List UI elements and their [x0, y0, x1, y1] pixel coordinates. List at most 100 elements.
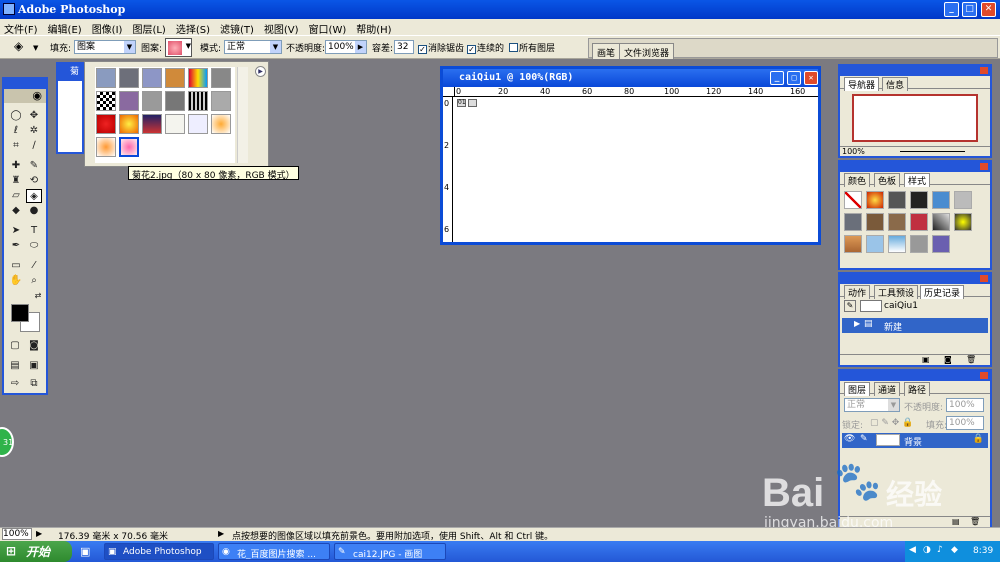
quick-mask-mode-icon[interactable]: ◙ [26, 339, 42, 353]
pattern-swatch[interactable] [165, 91, 185, 111]
vertical-ruler[interactable]: 0 2 4 6 [443, 97, 453, 242]
shape-tool-icon[interactable]: ⬭ [26, 239, 42, 253]
brush-tool-icon[interactable]: ✎ [26, 159, 42, 173]
pattern-swatch[interactable] [96, 91, 116, 111]
tab-history[interactable]: 历史记录 [920, 285, 965, 299]
style-swatch[interactable] [866, 213, 884, 231]
pattern-swatch-selected[interactable] [119, 137, 139, 157]
camera-snapshot-icon[interactable]: ◙ [944, 355, 952, 364]
menu-filter[interactable]: 滤镜(T) [216, 19, 260, 36]
style-swatch[interactable] [910, 235, 928, 253]
volume-icon[interactable]: ♪ [937, 545, 943, 555]
pattern-swatch[interactable] [211, 114, 231, 134]
crop-tool-icon[interactable]: ⌗ [8, 139, 24, 153]
minimize-button[interactable]: _ [944, 2, 959, 17]
standard-mode-icon[interactable]: ▢ [7, 339, 23, 353]
tab-channels[interactable]: 通道 [874, 382, 901, 396]
tab-paths[interactable]: 路径 [904, 382, 931, 396]
eye-visibility-icon[interactable]: 👁 [844, 434, 855, 444]
paint-bucket-tool-icon[interactable]: ◈ [26, 189, 42, 203]
task-paint[interactable]: ✎ cai12.JPG - 画图 [334, 543, 446, 560]
foreground-color-swatch[interactable] [11, 304, 29, 322]
pattern-swatch[interactable] [96, 114, 116, 134]
document-canvas[interactable]: 01 [455, 98, 818, 242]
style-swatch[interactable] [866, 235, 884, 253]
pattern-swatch[interactable] [119, 68, 139, 88]
eraser-tool-icon[interactable]: ▱ [8, 189, 24, 203]
menu-window[interactable]: 窗口(W) [305, 19, 353, 36]
menu-image[interactable]: 图像(I) [88, 19, 129, 36]
lasso-tool-icon[interactable]: ℓ [8, 124, 24, 138]
security-icon[interactable]: ◆ [951, 545, 958, 555]
well-tab-brushes[interactable]: 画笔 [592, 43, 621, 59]
style-swatch[interactable] [932, 191, 950, 209]
tab-layers[interactable]: 图层 [844, 382, 871, 396]
tray-chevron-icon[interactable]: ◀ [909, 545, 916, 555]
pattern-scrollbar[interactable] [237, 67, 248, 163]
history-snapshot-row[interactable]: ✎ caiQiu1 [842, 299, 988, 314]
trash-icon[interactable]: 🗑 [966, 355, 976, 364]
menu-layer[interactable]: 图层(L) [128, 19, 171, 36]
antialias-checkbox[interactable]: ✓ 消除锯齿 [418, 41, 464, 54]
imageready-icon[interactable]: ⧉ [26, 377, 42, 391]
lock-icons[interactable]: ▢ ✎ ✥ 🔒 [870, 418, 913, 428]
tool-preset-chevron-icon[interactable]: ▼ [33, 44, 38, 52]
tool-palette-titlebar[interactable] [4, 79, 46, 89]
notes-tool-icon[interactable]: ▭ [8, 259, 24, 273]
type-tool-icon[interactable]: T [26, 224, 42, 238]
menu-edit[interactable]: 编辑(E) [44, 19, 88, 36]
palette-titlebar[interactable] [840, 162, 990, 172]
screen-mode-full-icon[interactable]: ▣ [26, 359, 42, 373]
style-swatch[interactable] [932, 213, 950, 231]
pattern-swatch[interactable] [188, 114, 208, 134]
pattern-picker-button[interactable]: ▼ [165, 38, 192, 57]
tab-color[interactable]: 颜色 [844, 173, 871, 187]
horizontal-ruler[interactable]: 0 20 40 60 80 100 120 140 160 [455, 87, 818, 97]
close-icon[interactable] [980, 372, 988, 379]
tab-info[interactable]: 信息 [882, 77, 909, 91]
navigator-zoom-value[interactable]: 100% [842, 147, 865, 156]
close-icon[interactable] [980, 163, 988, 170]
path-selection-tool-icon[interactable]: ➤ [8, 224, 24, 238]
pattern-swatch[interactable] [96, 137, 116, 157]
layer-fill-input[interactable]: 100% [946, 416, 984, 430]
pattern-swatch[interactable] [165, 114, 185, 134]
tab-swatches[interactable]: 色板 [874, 173, 901, 187]
menu-file[interactable]: 文件(F) [0, 19, 44, 36]
history-brush-tool-icon[interactable]: ⟲ [26, 174, 42, 188]
brush-link-icon[interactable]: ✎ [860, 434, 868, 444]
close-icon[interactable] [980, 67, 988, 74]
style-swatch[interactable] [888, 213, 906, 231]
slice-tool-icon[interactable]: ∕ [26, 139, 42, 153]
pattern-swatch[interactable] [211, 91, 231, 111]
healing-brush-tool-icon[interactable]: ✚ [8, 159, 24, 173]
background-document-window[interactable]: 菊 [56, 62, 84, 154]
navigator-preview[interactable] [852, 94, 978, 142]
pattern-swatch[interactable] [188, 91, 208, 111]
ruler-origin[interactable] [443, 87, 455, 97]
pattern-swatch[interactable] [188, 68, 208, 88]
menu-help[interactable]: 帮助(H) [352, 19, 397, 36]
dodge-tool-icon[interactable]: ● [26, 204, 42, 218]
chevron-right-icon[interactable]: ▶ [355, 41, 366, 53]
zoom-slider[interactable] [900, 151, 965, 152]
style-swatch[interactable] [844, 235, 862, 253]
marquee-tool-icon[interactable]: ◯ [8, 109, 24, 123]
style-swatch[interactable] [910, 213, 928, 231]
menu-view[interactable]: 视图(V) [260, 19, 305, 36]
pattern-swatch[interactable] [142, 91, 162, 111]
palette-titlebar[interactable] [840, 274, 990, 284]
opacity-input[interactable]: 100% ▶ [325, 40, 367, 54]
pattern-swatch[interactable] [119, 114, 139, 134]
status-zoom-input[interactable]: 100% [2, 528, 32, 540]
blur-tool-icon[interactable]: ◆ [8, 204, 24, 218]
tab-actions[interactable]: 动作 [844, 285, 871, 299]
options-menu-arrow-icon[interactable]: ▶ [255, 66, 266, 77]
maximize-button[interactable]: □ [962, 2, 977, 17]
tab-navigator[interactable]: 导航器 [844, 77, 880, 91]
swap-colors-icon[interactable]: ⇄ [30, 289, 46, 303]
palette-titlebar[interactable] [840, 371, 990, 381]
style-swatch[interactable] [888, 191, 906, 209]
pattern-swatch[interactable] [211, 68, 231, 88]
jump-to-imageready-icon[interactable]: ⇨ [7, 377, 23, 391]
